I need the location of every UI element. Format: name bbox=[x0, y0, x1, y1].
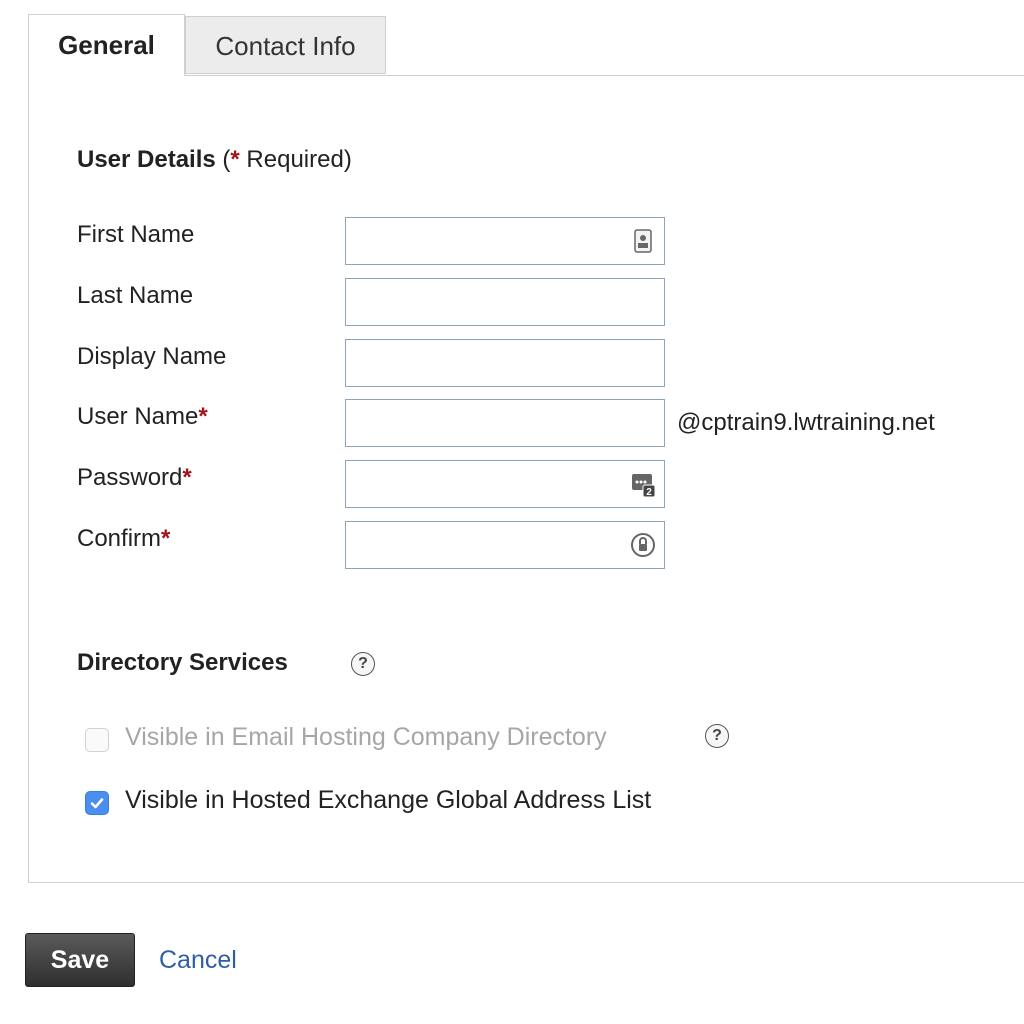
user-details-title: User Details bbox=[77, 146, 216, 173]
global-address-list-label: Visible in Hosted Exchange Global Addres… bbox=[125, 786, 652, 814]
password-field[interactable]: 2 bbox=[345, 460, 665, 508]
directory-services-heading: Directory Services bbox=[77, 649, 288, 677]
required-asterisk: * bbox=[182, 464, 192, 491]
first-name-field[interactable] bbox=[345, 217, 665, 265]
first-name-label: First Name bbox=[77, 221, 194, 249]
password-generator-icon[interactable]: 2 bbox=[630, 471, 656, 497]
save-button[interactable]: Save bbox=[25, 933, 135, 987]
last-name-field[interactable] bbox=[345, 278, 665, 326]
display-name-label: Display Name bbox=[77, 343, 226, 371]
checkmark-icon bbox=[90, 798, 104, 809]
display-name-field[interactable] bbox=[345, 339, 665, 387]
cancel-link[interactable]: Cancel bbox=[159, 946, 237, 975]
display-name-label-text: Display Name bbox=[77, 343, 227, 370]
user-details-heading: User Details (* Required) bbox=[77, 146, 352, 174]
general-panel: User Details (* Required) First Name Las… bbox=[28, 75, 1024, 883]
user-name-label: User Name* bbox=[77, 403, 208, 431]
email-directory-checkbox bbox=[85, 728, 109, 752]
user-name-field[interactable] bbox=[345, 399, 665, 447]
global-address-list-checkbox[interactable] bbox=[85, 791, 109, 815]
required-asterisk: * bbox=[198, 403, 208, 430]
help-icon[interactable]: ? bbox=[705, 724, 729, 748]
password-label-text: Password bbox=[77, 464, 183, 491]
confirm-label: Confirm* bbox=[77, 525, 170, 553]
required-note: Required) bbox=[239, 146, 352, 173]
help-icon[interactable]: ? bbox=[351, 652, 375, 676]
contact-card-icon[interactable] bbox=[630, 228, 656, 254]
tab-general[interactable]: General bbox=[28, 14, 185, 76]
domain-suffix: @cptrain9.lwtraining.net bbox=[677, 409, 935, 436]
email-directory-label: Visible in Email Hosting Company Directo… bbox=[125, 723, 607, 751]
svg-text:2: 2 bbox=[646, 487, 652, 497]
user-name-label-text: User Name bbox=[77, 403, 199, 430]
last-name-label-text: Last Name bbox=[77, 282, 194, 309]
tab-contact-info[interactable]: Contact Info bbox=[185, 16, 386, 74]
last-name-label: Last Name bbox=[77, 282, 193, 310]
password-label: Password* bbox=[77, 464, 192, 492]
required-asterisk: * bbox=[230, 146, 240, 173]
first-name-label-text: First Name bbox=[77, 221, 195, 248]
required-asterisk: * bbox=[161, 525, 171, 552]
confirm-password-field[interactable] bbox=[345, 521, 665, 569]
confirm-label-text: Confirm bbox=[77, 525, 162, 552]
password-lock-icon[interactable] bbox=[630, 532, 656, 558]
directory-services-title: Directory Services bbox=[77, 649, 288, 676]
